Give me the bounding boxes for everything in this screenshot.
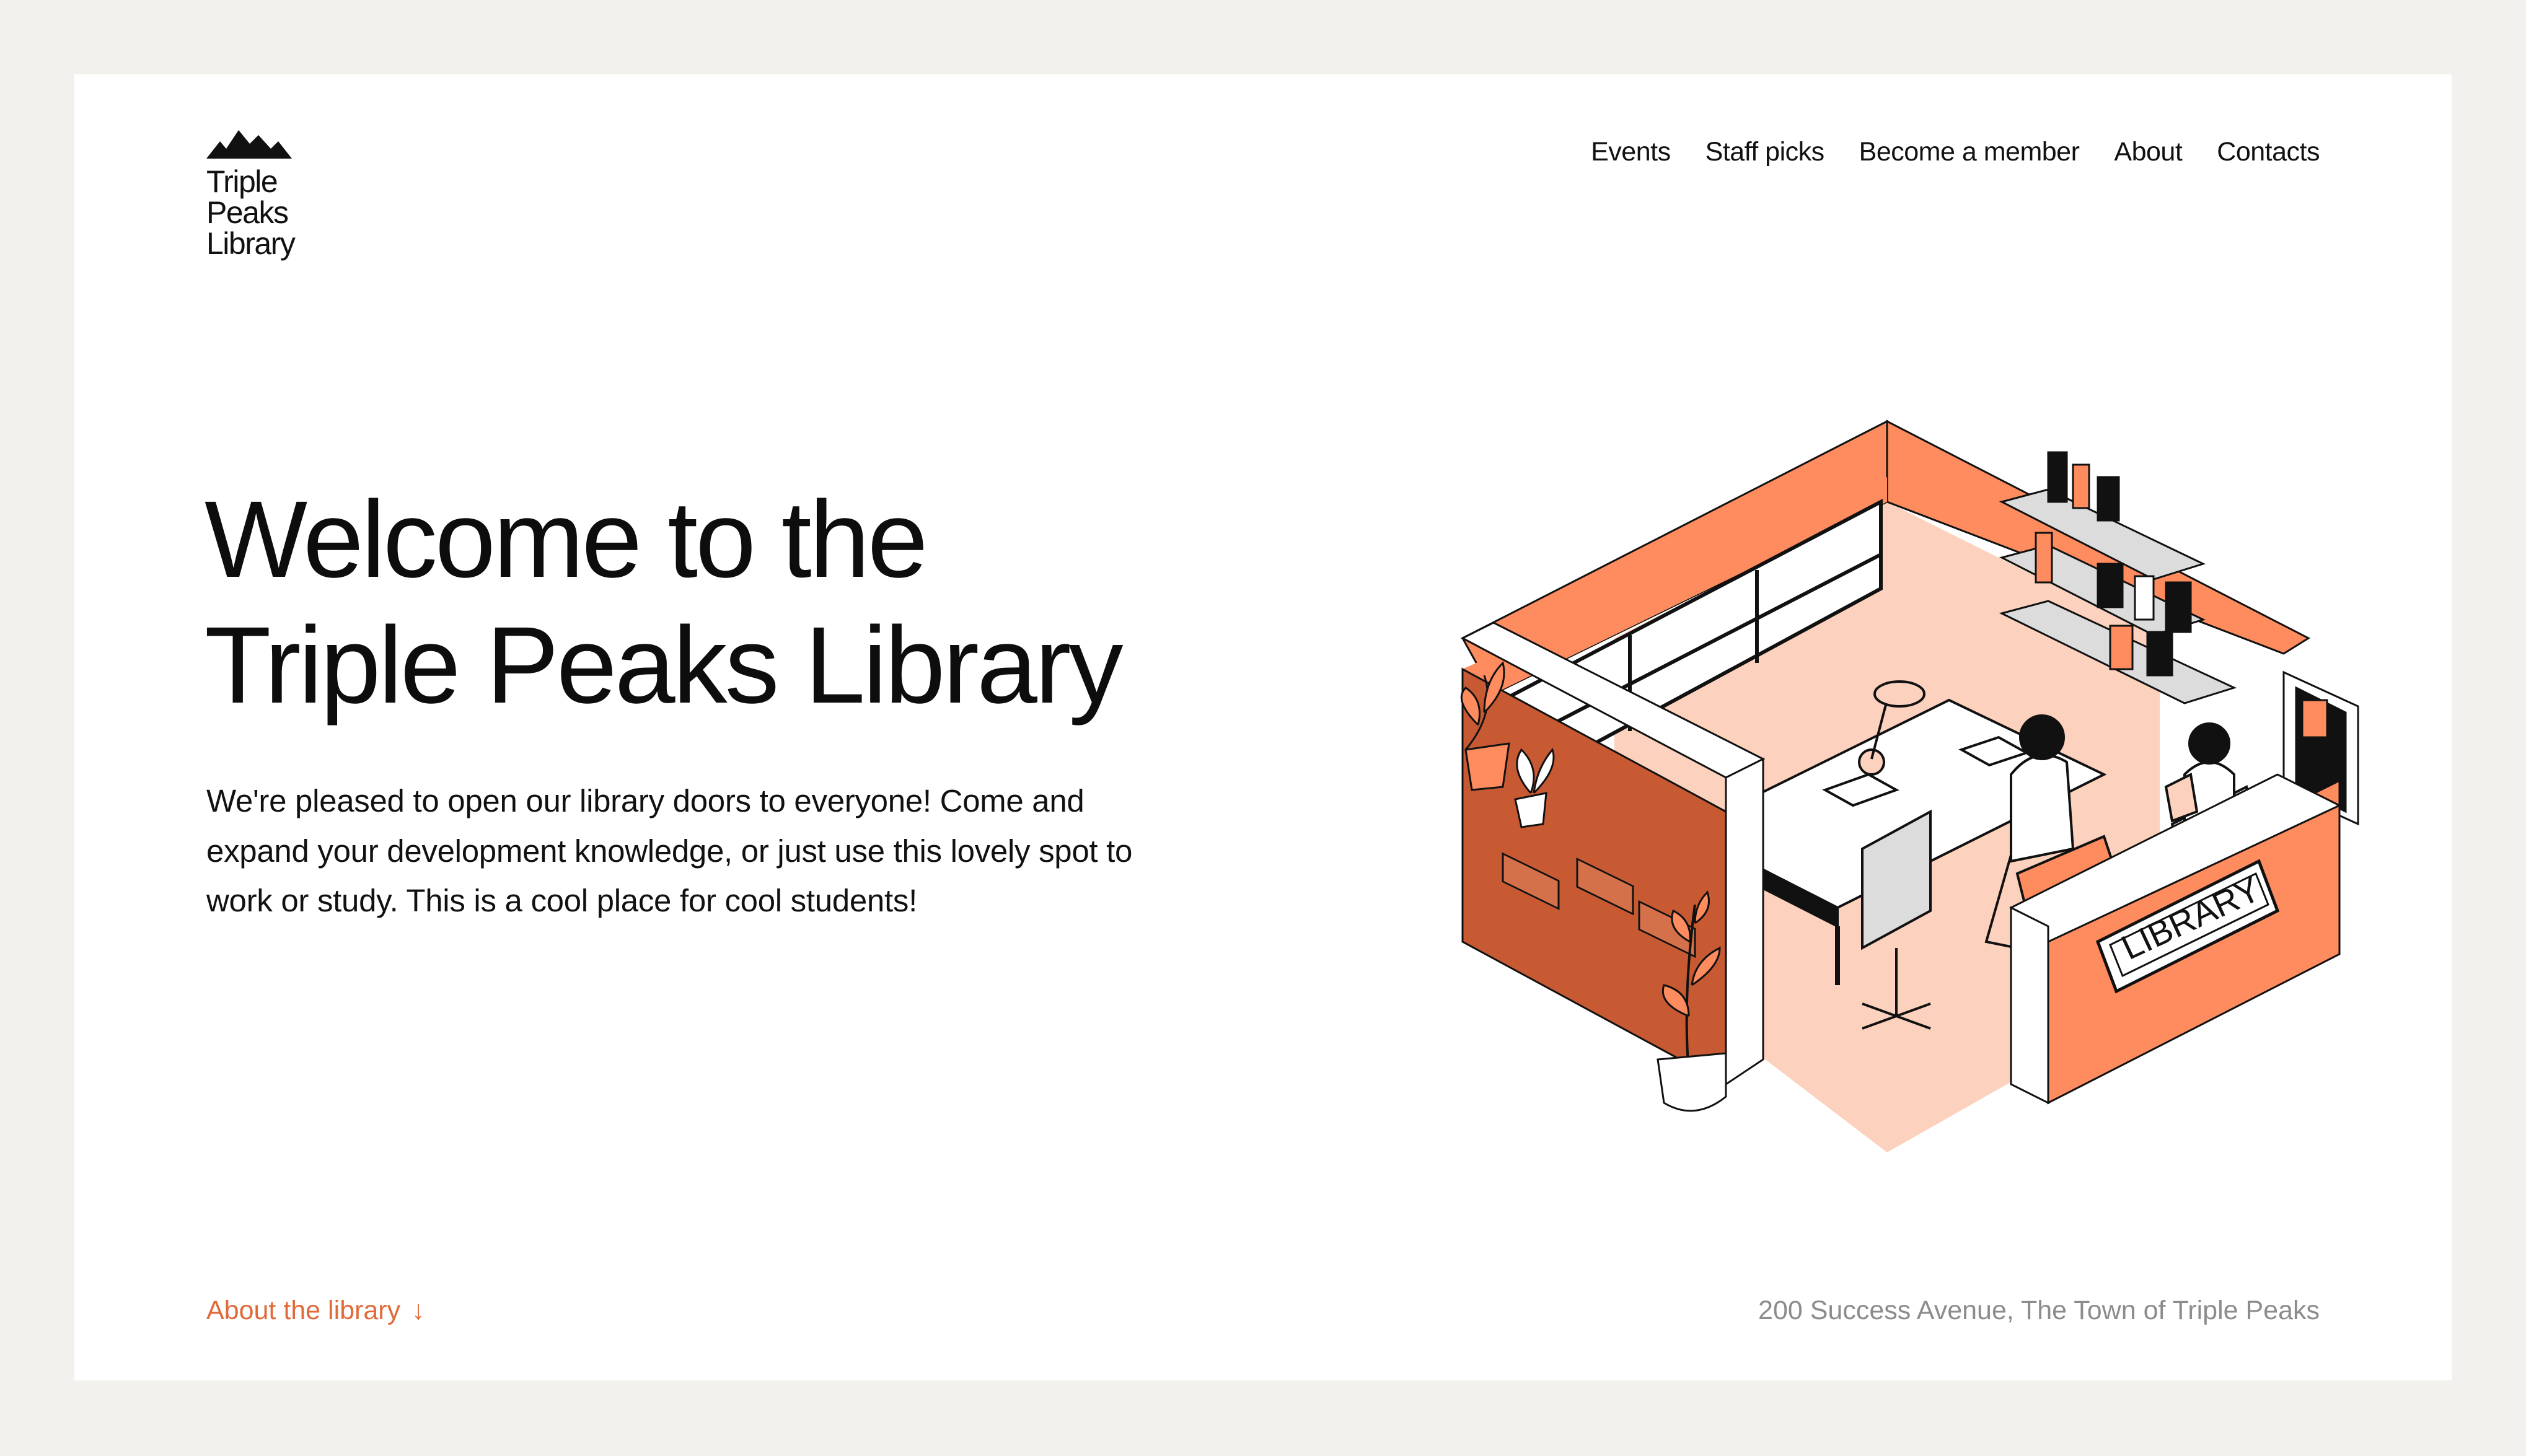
hero-title: Welcome to the Triple Peaks Library [205, 477, 1382, 729]
main-nav: Events Staff picks Become a member About… [1591, 136, 2320, 167]
logo-wordmark: Triple Peaks Library [206, 166, 330, 259]
isometric-library-room-illustration: LIBRARY [1460, 419, 2359, 1152]
hero-title-line: Welcome to the [205, 479, 928, 600]
nav-item-about[interactable]: About [2114, 136, 2182, 167]
page-card: Triple Peaks Library Events Staff picks … [74, 74, 2452, 1380]
logo-line: Peaks [206, 195, 289, 230]
address-text: 200 Success Avenue, The Town of Triple P… [1758, 1296, 2320, 1325]
hero-title-line: Triple Peaks Library [205, 605, 1123, 726]
nav-item-staff-picks[interactable]: Staff picks [1705, 136, 1825, 167]
logo-line: Triple [206, 164, 278, 199]
site-logo[interactable]: Triple Peaks Library [206, 125, 330, 259]
nav-item-become-member[interactable]: Become a member [1859, 136, 2080, 167]
hero-description: We're pleased to open our library doors … [206, 783, 1133, 918]
nav-item-events[interactable]: Events [1591, 136, 1671, 167]
logo-line: Library [206, 226, 296, 261]
about-library-label: About the library [206, 1296, 401, 1325]
nav-item-contacts[interactable]: Contacts [2217, 136, 2320, 167]
arrow-down-icon: ↓ [411, 1296, 425, 1325]
about-library-link[interactable]: About the library ↓ [206, 1295, 425, 1326]
mountain-peaks-icon [206, 130, 292, 159]
